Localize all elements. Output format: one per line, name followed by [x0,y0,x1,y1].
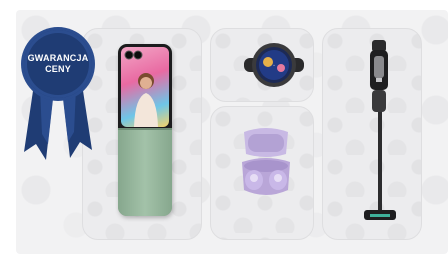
person-image [134,73,158,127]
badge-seal: GWARANCJA CENY [24,30,92,98]
watch-icon: ◦ [244,43,304,87]
earbuds-icon [242,128,290,195]
price-guarantee-badge: GWARANCJA CENY [20,24,96,164]
camera-icon [124,50,143,60]
svg-text:◦: ◦ [273,63,275,69]
phone-lower-half [118,130,172,216]
phone-icon [118,44,172,216]
badge-line2: CENY [45,64,71,74]
vacuum-icon [364,40,396,220]
badge-line1: GWARANCJA [27,53,89,63]
